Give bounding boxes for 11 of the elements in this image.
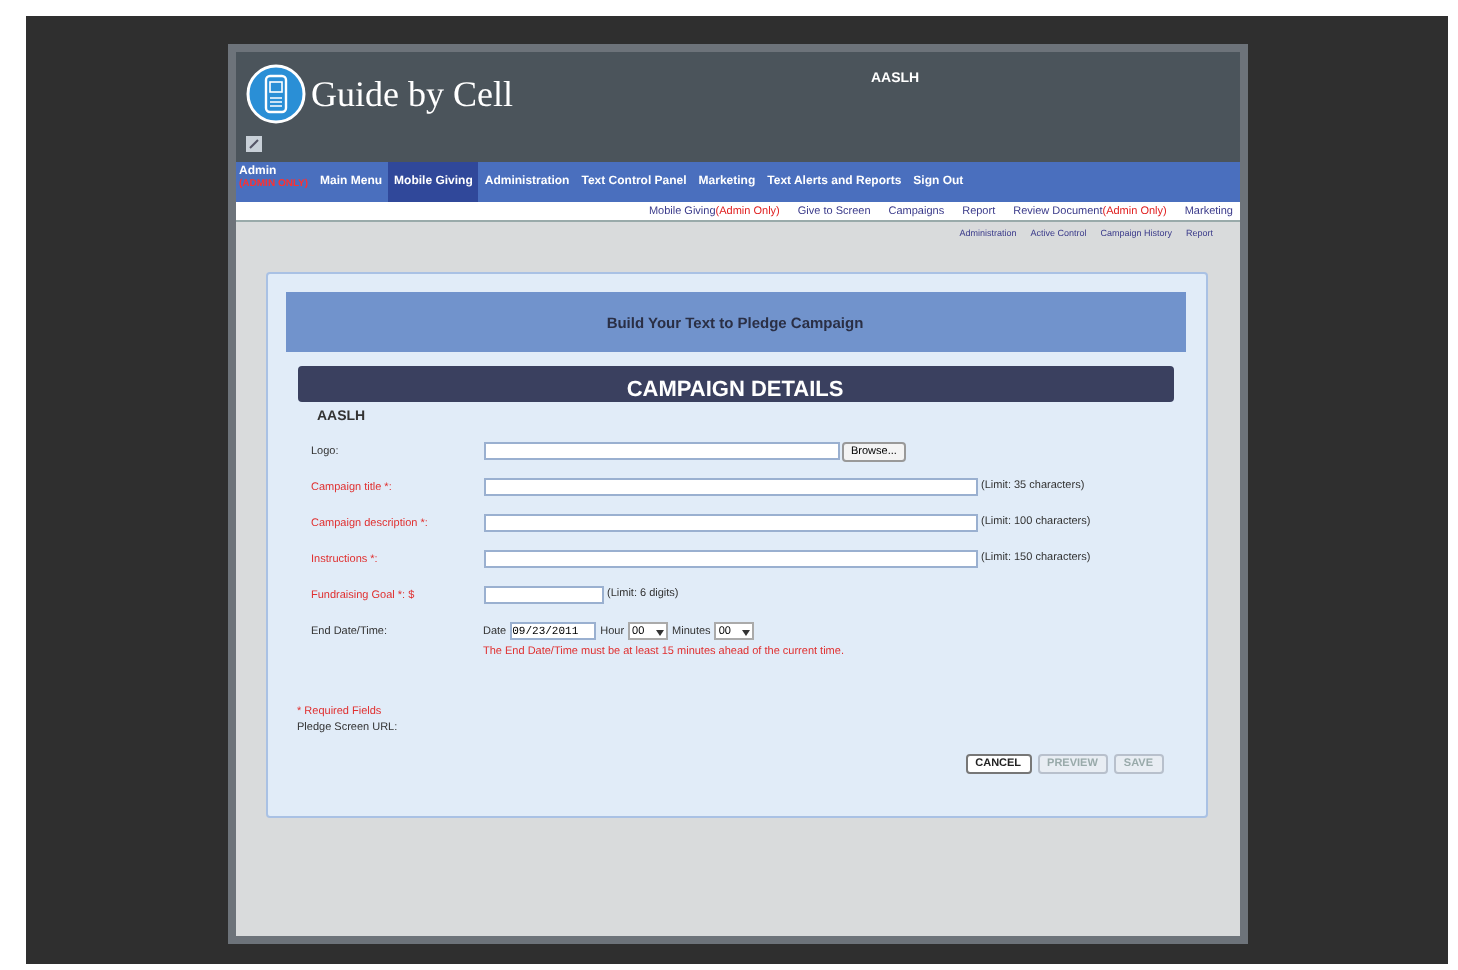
section-header: CAMPAIGN DETAILS (297, 366, 1173, 402)
logo-text: Guide by Cell (311, 73, 513, 115)
text-field[interactable] (483, 550, 977, 568)
phone-logo-icon (245, 64, 305, 124)
caret-icon (656, 627, 665, 635)
edit-icon[interactable] (245, 136, 261, 152)
text-field[interactable] (483, 478, 977, 496)
caret-icon (742, 627, 751, 635)
goal-field[interactable] (483, 586, 603, 604)
file-field[interactable] (483, 442, 839, 460)
text-field[interactable] (483, 514, 977, 532)
